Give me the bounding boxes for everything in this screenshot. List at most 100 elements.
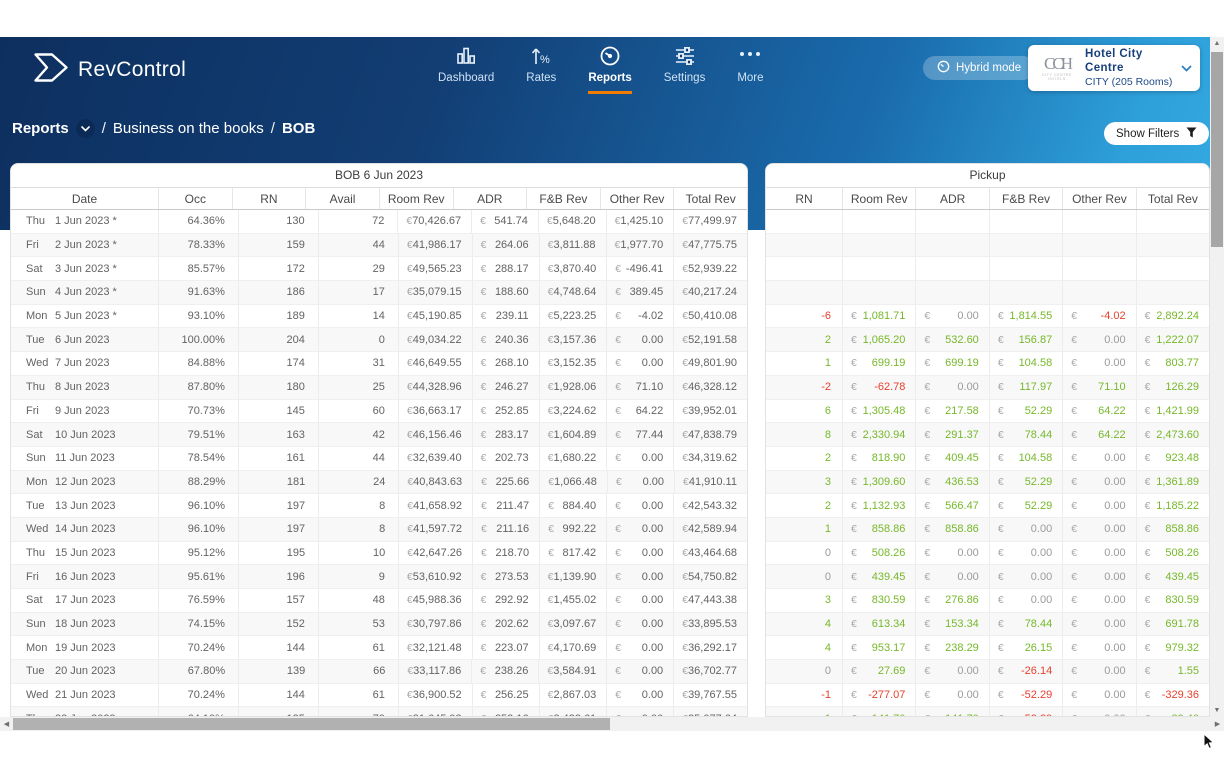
- horizontal-scrollbar-thumb[interactable]: [13, 718, 610, 730]
- main-nav: Dashboard % Rates: [438, 43, 764, 94]
- cell-value: 0.00: [642, 334, 673, 346]
- cell-number: 2: [766, 328, 843, 351]
- cell-number: 60: [319, 400, 399, 423]
- column-header: Room Rev: [843, 188, 916, 209]
- cell-currency: €188.60: [473, 281, 540, 304]
- cell-currency: €71.10: [1063, 376, 1136, 399]
- scroll-up-arrow[interactable]: ▲: [1210, 37, 1224, 50]
- column-header: RN: [233, 188, 307, 209]
- euro-sign: €: [843, 547, 857, 559]
- euro-sign: €: [399, 334, 413, 346]
- cell-currency: €1,361.89: [1137, 471, 1209, 494]
- cell-value: 104.58: [1019, 357, 1063, 369]
- cell-number: 8: [319, 494, 399, 517]
- date-label: 9 Jun 2023: [55, 405, 158, 417]
- cell-number: 197: [239, 518, 319, 541]
- cell-currency: €240.36: [473, 328, 540, 351]
- cell-value: 47,443.38: [688, 594, 747, 606]
- cell-value: 979.32: [1165, 642, 1209, 654]
- cell-number: 96.10%: [159, 518, 239, 541]
- cell-number: 130: [239, 210, 319, 233]
- euro-sign: €: [990, 310, 1004, 322]
- euro-sign: €: [399, 594, 413, 606]
- euro-sign: €: [473, 334, 487, 346]
- cell-number: 4: [766, 636, 843, 659]
- breadcrumb-dropdown-toggle[interactable]: [76, 119, 95, 138]
- cell-value: 2,892.24: [1156, 310, 1209, 322]
- scroll-right-arrow[interactable]: ▶: [1211, 717, 1224, 731]
- cell-number: 152: [239, 613, 319, 636]
- revcontrol-logo[interactable]: RevControl: [33, 52, 186, 88]
- nav-item-dashboard[interactable]: Dashboard: [438, 43, 494, 94]
- cell-currency: €1,081.71: [843, 305, 916, 328]
- euro-sign: €: [1063, 334, 1077, 346]
- breadcrumb-reports[interactable]: Reports: [12, 120, 69, 137]
- bob-table-card: BOB 6 Jun 2023 DateOccRNAvailRoom RevADR…: [10, 163, 748, 717]
- cell-currency: €53,610.92: [399, 565, 473, 588]
- cell-value: 0.00: [1104, 547, 1135, 559]
- scroll-down-arrow[interactable]: ▼: [1210, 704, 1224, 717]
- euro-sign: €: [674, 310, 688, 322]
- cell-currency: €0.00: [607, 494, 674, 517]
- cell-number: 145: [239, 400, 319, 423]
- euro-sign: €: [1137, 452, 1151, 464]
- cell-value: 0.00: [1031, 594, 1062, 606]
- euro-sign: €: [674, 618, 688, 630]
- table-row: Tue6 Jun 2023100.00%2040€49,034.22€240.3…: [11, 328, 747, 352]
- cell-number: 70.73%: [159, 400, 239, 423]
- breadcrumb-section[interactable]: Business on the books: [113, 120, 264, 137]
- euro-sign: €: [843, 523, 857, 535]
- cell-value: 1,928.06: [553, 381, 606, 393]
- vertical-scrollbar[interactable]: ▲ ▼: [1210, 37, 1224, 717]
- cell-value: 1,222.07: [1156, 334, 1209, 346]
- table-row: Tue20 Jun 202367.80%13966€33,117.86€238.…: [11, 660, 747, 684]
- euro-sign: €: [1137, 689, 1151, 701]
- cell-value: 0.00: [1031, 523, 1062, 535]
- euro-sign: €: [990, 642, 1004, 654]
- euro-sign: €: [1063, 547, 1077, 559]
- nav-item-more[interactable]: More: [737, 43, 763, 94]
- cell-currency: €36,663.17: [399, 400, 473, 423]
- euro-sign: €: [916, 665, 930, 677]
- cell-value: 268.10: [495, 357, 539, 369]
- hybrid-mode-badge[interactable]: Hybrid mode: [923, 56, 1035, 80]
- cell-currency: €0.00: [916, 305, 989, 328]
- cell-value: 1.55: [1178, 665, 1209, 677]
- dashboard-icon: [454, 43, 478, 69]
- cell-currency: €-52.29: [990, 684, 1063, 707]
- cell-value: -4.02: [1101, 310, 1136, 322]
- day-label: Sun: [11, 452, 55, 464]
- cell-date: Sun11 Jun 2023: [11, 447, 159, 470]
- cell-value: 52,191.58: [688, 334, 747, 346]
- cell-number: 64.36%: [159, 210, 239, 233]
- horizontal-scrollbar[interactable]: ◀ ▶: [0, 717, 1224, 731]
- show-filters-button[interactable]: Show Filters: [1104, 122, 1209, 145]
- cell-number: 6: [766, 400, 843, 423]
- cell-currency: €1,928.06: [540, 376, 608, 399]
- euro-sign: €: [473, 642, 487, 654]
- cell-currency: €0.00: [990, 589, 1063, 612]
- nav-item-settings[interactable]: Settings: [664, 43, 706, 94]
- nav-item-rates[interactable]: % Rates: [526, 43, 556, 94]
- cell-currency: [1137, 210, 1209, 233]
- cell-currency: [1063, 234, 1136, 257]
- cell-value: 1,361.89: [1156, 476, 1209, 488]
- euro-sign: €: [607, 239, 621, 251]
- cell-currency: €436.53: [916, 471, 989, 494]
- scroll-left-arrow[interactable]: ◀: [0, 717, 13, 731]
- euro-sign: €: [473, 381, 487, 393]
- cell-currency: €3,870.40: [540, 257, 608, 280]
- euro-sign: €: [399, 286, 413, 298]
- vertical-scrollbar-thumb[interactable]: [1211, 52, 1223, 247]
- cell-currency: [843, 281, 916, 304]
- hotel-selector[interactable]: CCH CITY CENTRE HOTELS Hotel City Centre…: [1028, 45, 1200, 91]
- cell-currency: €817.42: [540, 542, 607, 565]
- nav-item-reports[interactable]: Reports: [588, 43, 631, 94]
- cell-number: 1: [766, 518, 843, 541]
- cell-currency: €41,658.92: [399, 494, 473, 517]
- nav-label: Dashboard: [438, 72, 494, 84]
- euro-sign: €: [399, 405, 413, 417]
- euro-sign: €: [674, 286, 688, 298]
- cell-number: [766, 210, 843, 233]
- pickup-table-card: Pickup RNRoom RevADRF&B RevOther RevTota…: [765, 163, 1210, 717]
